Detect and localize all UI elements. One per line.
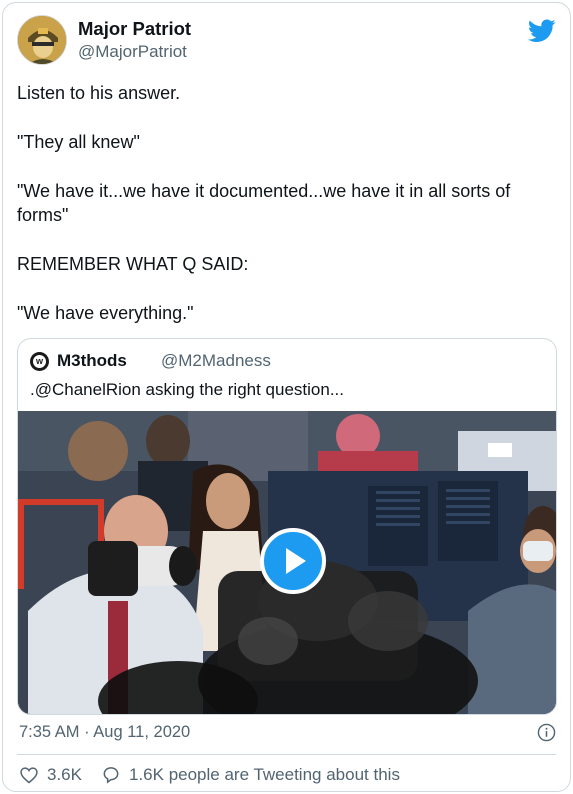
m3thods-avatar-icon[interactable]: w [30, 352, 49, 371]
tweet-line: "We have it...we have it documented...we… [17, 181, 511, 225]
play-button-icon[interactable] [260, 528, 326, 594]
tweet-card: Major Patriot @MajorPatriot Listen to hi… [2, 2, 571, 792]
comment-icon [103, 767, 119, 784]
tweet-line: "We have everything." [17, 303, 194, 323]
like-count: 3.6K [47, 765, 82, 784]
reply-text: 1.6K people are Tweeting about this [129, 765, 400, 784]
quoted-author-name[interactable]: M3thods [57, 351, 127, 371]
like-button[interactable]: 3.6K [19, 765, 82, 785]
author-handle[interactable]: @MajorPatriot [78, 42, 187, 62]
video-thumbnail[interactable] [18, 411, 556, 714]
quoted-tweet[interactable]: w M3thods @M2Madness .@ChanelRion asking… [17, 338, 557, 715]
twitter-bird-icon[interactable] [528, 19, 556, 43]
tweet-text: Listen to his answer. "They all knew" "W… [17, 81, 562, 325]
tweet-line: Listen to his answer. [17, 83, 181, 103]
quoted-tweet-text: .@ChanelRion asking the right question..… [30, 380, 344, 399]
soldier-avatar-icon [18, 16, 66, 64]
tweet-header: Major Patriot @MajorPatriot [17, 13, 556, 67]
heart-icon [20, 767, 38, 784]
author-avatar[interactable] [17, 15, 67, 65]
tweet-line: "They all knew" [17, 132, 140, 152]
tweet-timestamp[interactable]: 7:35 AM · Aug 11, 2020 [19, 723, 190, 742]
author-name[interactable]: Major Patriot [78, 18, 191, 40]
tweet-line: REMEMBER WHAT Q SAID: [17, 254, 249, 274]
reply-link[interactable]: 1.6K people are Tweeting about this [101, 765, 400, 785]
quoted-author-handle[interactable]: @M2Madness [161, 351, 271, 371]
divider [17, 754, 556, 755]
info-icon[interactable] [537, 723, 556, 742]
